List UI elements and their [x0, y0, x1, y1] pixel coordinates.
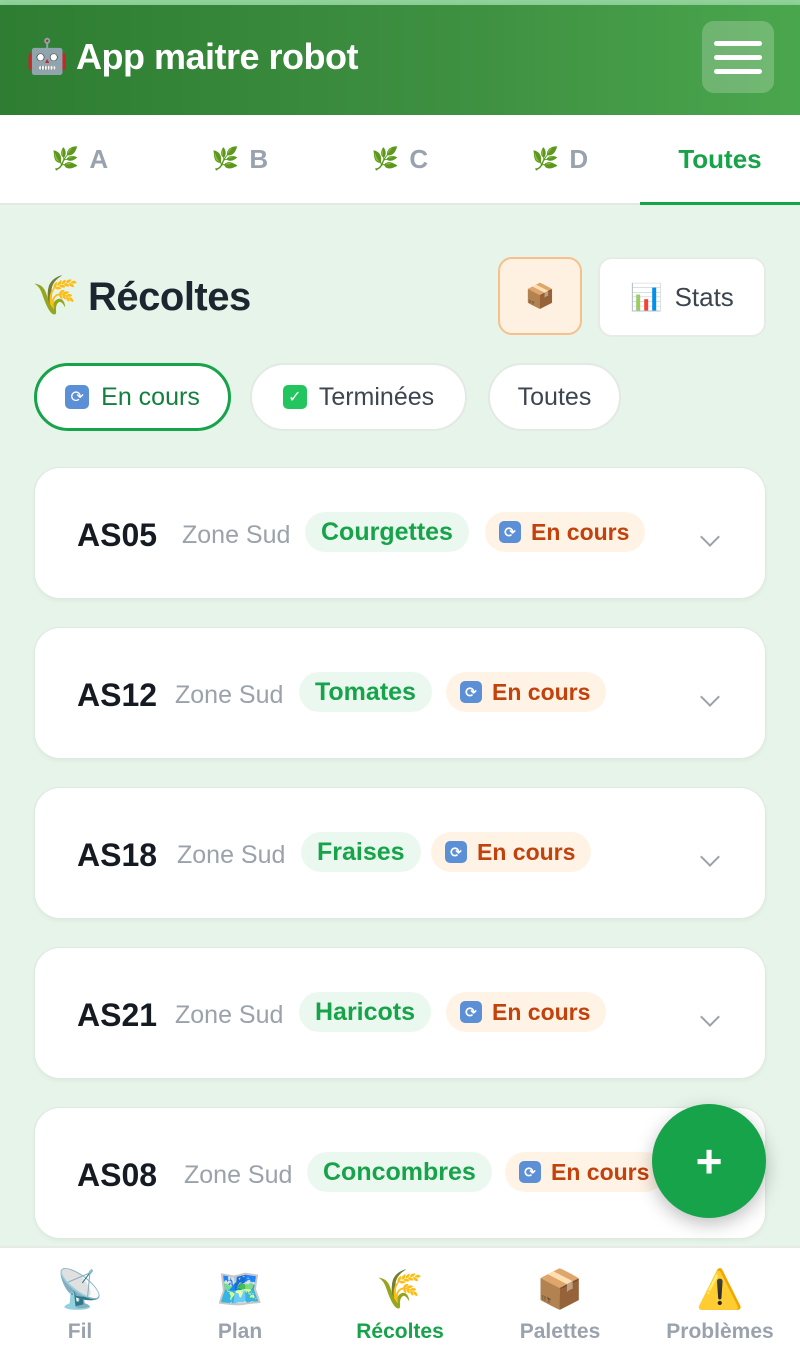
chevron-down-icon[interactable] [700, 527, 720, 547]
refresh-icon: ⟳ [499, 521, 521, 543]
warning-icon: ⚠️ [696, 1269, 744, 1311]
harvest-code: AS08 [77, 1157, 158, 1193]
herb-icon: 🌿 [531, 146, 560, 171]
bottom-nav: 📡 Fil 🗺️ Plan 🌾 Récoltes 📦 Palettes ⚠️ P… [0, 1246, 800, 1364]
harvest-zone: Zone Sud [182, 521, 291, 549]
menu-button[interactable] [702, 21, 774, 93]
harvest-code: AS05 [77, 517, 158, 553]
filter-terminees[interactable]: ✓ Terminées [250, 363, 467, 431]
status-badge: ⟳ En cours [485, 512, 646, 552]
status-label: En cours [477, 839, 576, 865]
harvest-card[interactable]: AS12 Zone Sud Tomates ⟳ En cours [34, 627, 766, 759]
nav-item-fil[interactable]: 📡 Fil [0, 1248, 160, 1364]
app-header: 🤖 App maitre robot [0, 5, 800, 115]
status-label: En cours [531, 519, 630, 545]
satellite-dish-icon: 📡 [56, 1269, 104, 1311]
nav-label: Fil [67, 1320, 93, 1343]
tab-zone-c[interactable]: 🌿 C [320, 115, 480, 203]
rice-icon: 🌾 [32, 275, 80, 317]
filter-label: En cours [101, 382, 200, 411]
palettes-button[interactable]: 📦 [498, 257, 582, 335]
chevron-down-icon[interactable] [700, 847, 720, 867]
harvest-code: AS12 [77, 677, 158, 713]
tab-label: C [409, 143, 429, 174]
refresh-icon: ⟳ [445, 841, 467, 863]
harvest-card[interactable]: AS05 Zone Sud Courgettes ⟳ En cours [34, 467, 766, 599]
rice-icon: 🌾 [376, 1269, 424, 1311]
status-label: En cours [551, 1159, 650, 1185]
harvest-card[interactable]: AS21 Zone Sud Haricots ⟳ En cours [34, 947, 766, 1079]
harvest-zone: Zone Sud [184, 1161, 293, 1189]
check-icon: ✓ [282, 385, 307, 409]
herb-icon: 🌿 [51, 146, 80, 171]
nav-item-plan[interactable]: 🗺️ Plan [160, 1248, 320, 1364]
tab-zone-b[interactable]: 🌿 B [160, 115, 320, 203]
refresh-icon: ⟳ [65, 385, 90, 409]
filter-toutes[interactable]: Toutes [488, 363, 621, 431]
nav-label: Problèmes [666, 1320, 774, 1343]
status-badge: ⟳ En cours [431, 832, 592, 872]
nav-item-recoltes[interactable]: 🌾 Récoltes [320, 1248, 480, 1364]
tab-label: Toutes [678, 143, 762, 174]
nav-label: Récoltes [356, 1320, 444, 1343]
harvest-code: AS21 [77, 997, 158, 1033]
nav-label: Palettes [519, 1320, 601, 1343]
robot-icon: 🤖 [26, 38, 69, 76]
bar-chart-icon: 📊 [630, 281, 663, 312]
harvest-card[interactable]: AS18 Zone Sud Fraises ⟳ En cours [34, 787, 766, 919]
tab-label: A [89, 143, 109, 174]
harvest-zone: Zone Sud [175, 1001, 284, 1029]
nav-item-problemes[interactable]: ⚠️ Problèmes [640, 1248, 800, 1364]
filter-en-cours[interactable]: ⟳ En cours [34, 363, 231, 431]
status-label: En cours [492, 999, 591, 1025]
package-icon: 📦 [525, 282, 555, 310]
crop-badge: Fraises [301, 832, 421, 872]
herb-icon: 🌿 [211, 146, 240, 171]
chevron-down-icon[interactable] [700, 1007, 720, 1027]
tab-zone-a[interactable]: 🌿 A [0, 115, 160, 203]
harvest-zone: Zone Sud [177, 841, 286, 869]
filter-label: Terminées [318, 382, 435, 411]
herb-icon: 🌿 [371, 146, 400, 171]
hamburger-icon [714, 54, 762, 60]
crop-badge: Concombres [307, 1152, 492, 1192]
stats-label: Stats [674, 281, 734, 312]
nav-item-palettes[interactable]: 📦 Palettes [480, 1248, 640, 1364]
status-badge: ⟳ En cours [446, 992, 607, 1032]
page-title: Récoltes [88, 275, 251, 319]
package-icon: 📦 [536, 1269, 584, 1311]
crop-badge: Haricots [299, 992, 432, 1032]
plus-icon: + [695, 1135, 723, 1187]
status-badge: ⟳ En cours [505, 1152, 666, 1192]
harvest-code: AS18 [77, 837, 158, 873]
hamburger-icon [714, 68, 762, 74]
filter-label: Toutes [517, 382, 592, 411]
nav-label: Plan [217, 1320, 263, 1343]
crop-badge: Tomates [299, 672, 432, 712]
tab-all-zones[interactable]: Toutes [640, 115, 800, 205]
harvest-zone: Zone Sud [175, 681, 284, 709]
tab-label: B [249, 143, 269, 174]
stats-button[interactable]: 📊 Stats [598, 257, 766, 337]
map-icon: 🗺️ [216, 1269, 264, 1311]
status-badge: ⟳ En cours [446, 672, 607, 712]
crop-badge: Courgettes [305, 512, 469, 552]
refresh-icon: ⟳ [460, 681, 482, 703]
refresh-icon: ⟳ [460, 1001, 482, 1023]
chevron-down-icon[interactable] [700, 687, 720, 707]
zone-tabs: 🌿 A 🌿 B 🌿 C 🌿 D Toutes [0, 115, 800, 205]
refresh-icon: ⟳ [519, 1161, 541, 1183]
tab-zone-d[interactable]: 🌿 D [480, 115, 640, 203]
app-title: App maitre robot [76, 36, 359, 77]
hamburger-icon [714, 40, 762, 46]
add-harvest-button[interactable]: + [652, 1104, 766, 1218]
tab-label: D [569, 143, 589, 174]
status-label: En cours [492, 679, 591, 705]
